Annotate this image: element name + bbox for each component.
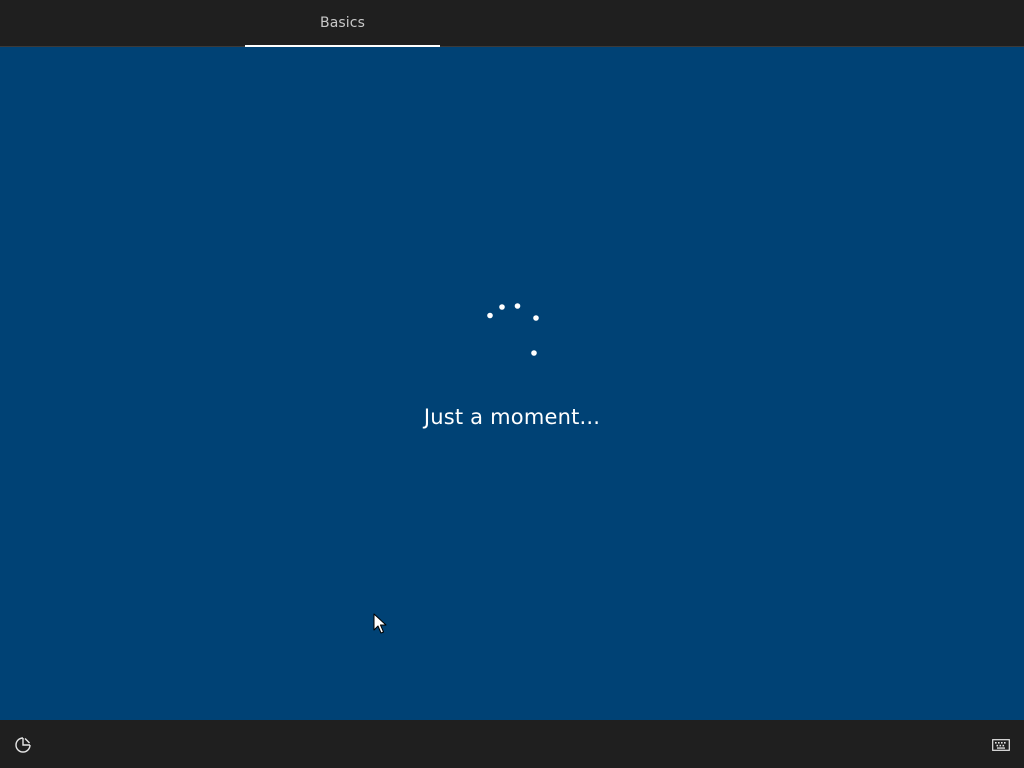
top-progress-bar: Basics bbox=[0, 0, 1024, 47]
tab-basics-label: Basics bbox=[320, 15, 365, 31]
loading-dots-icon bbox=[480, 296, 544, 360]
spinner-dot bbox=[533, 315, 539, 321]
spinner-dot bbox=[531, 350, 537, 356]
spinner-dot bbox=[499, 304, 505, 310]
keyboard-icon bbox=[992, 739, 1010, 751]
active-tab-indicator bbox=[245, 45, 440, 47]
tab-basics: Basics bbox=[245, 0, 440, 47]
bottom-toolbar bbox=[0, 720, 1024, 768]
ease-of-access-icon bbox=[15, 737, 31, 753]
ease-of-access-button[interactable] bbox=[10, 732, 36, 758]
spinner-dot bbox=[514, 303, 521, 309]
mouse-pointer-icon bbox=[373, 613, 387, 635]
on-screen-keyboard-button[interactable] bbox=[988, 732, 1014, 758]
status-message: Just a moment... bbox=[423, 405, 601, 429]
spinner-dot bbox=[487, 312, 493, 319]
oobe-screen: Basics Just a moment... bbox=[0, 0, 1024, 768]
